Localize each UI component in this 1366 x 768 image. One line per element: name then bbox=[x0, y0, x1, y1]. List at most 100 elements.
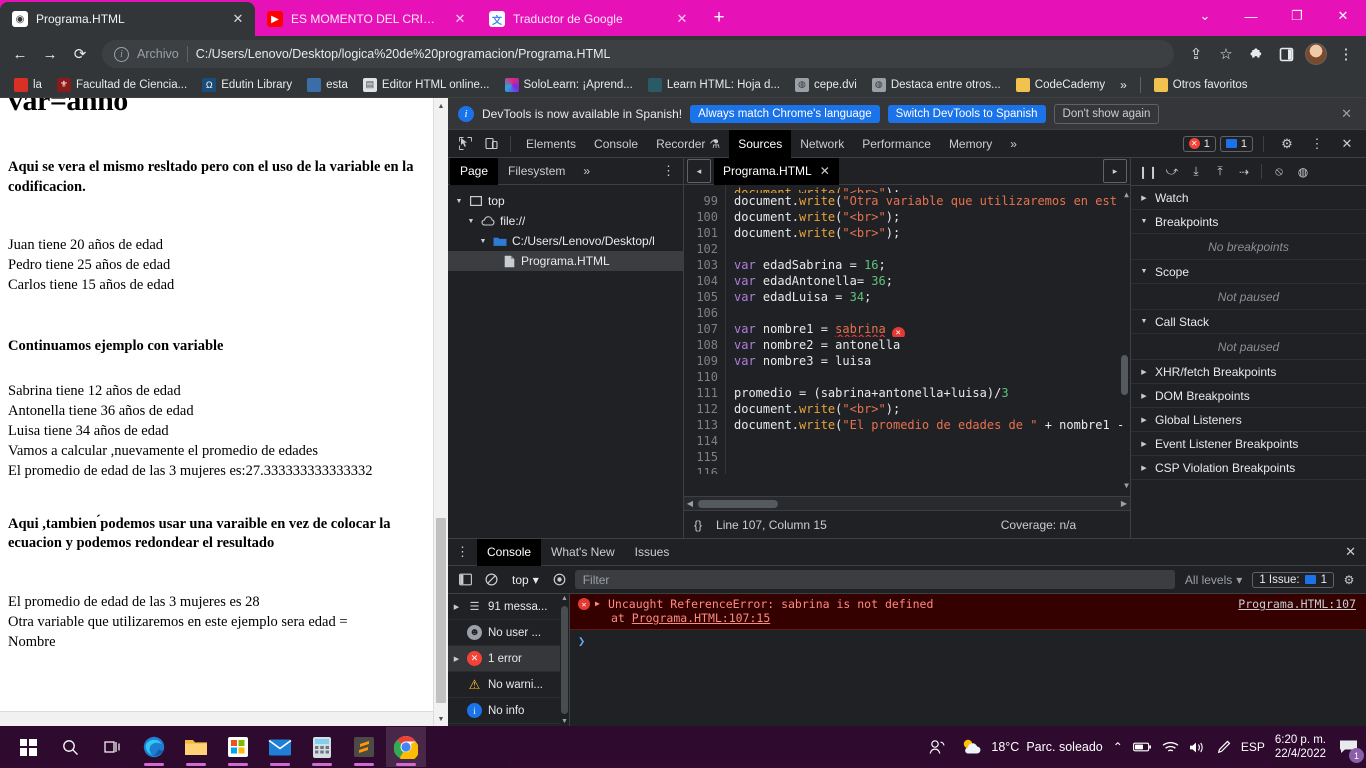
pen-icon[interactable] bbox=[1216, 740, 1231, 754]
devtools-close-icon[interactable]: ✕ bbox=[1334, 131, 1360, 157]
drawer-tab-console[interactable]: Console bbox=[477, 538, 542, 566]
browser-tab-1[interactable]: ▶ ES MOMENTO DEL CRINGE 😀 - ✕ bbox=[255, 2, 477, 36]
message-count-badge[interactable]: 1 bbox=[1219, 135, 1253, 152]
bookmark-item[interactable]: ◍ Destaca entre otros... bbox=[866, 76, 1007, 94]
side-panel-icon[interactable] bbox=[1272, 40, 1300, 68]
inspect-element-icon[interactable] bbox=[452, 131, 478, 157]
tab-search-chevron-icon[interactable]: ⌄ bbox=[1182, 0, 1228, 32]
new-tab-button[interactable]: + bbox=[705, 4, 733, 32]
debugger-section-call-stack[interactable]: ▼ Call Stack bbox=[1131, 310, 1366, 334]
console-prompt[interactable]: ❯ bbox=[570, 630, 1366, 652]
drawer-close-icon[interactable]: ✕ bbox=[1335, 544, 1366, 560]
reload-icon[interactable]: ⟳ bbox=[66, 40, 94, 68]
navigator-tab-page[interactable]: Page bbox=[450, 157, 499, 185]
forward-icon[interactable]: → bbox=[36, 40, 64, 68]
step-into-icon[interactable]: ⤓ bbox=[1185, 161, 1207, 183]
browser-tab-0[interactable]: ◉ Programa.HTML ✕ bbox=[0, 2, 255, 36]
expand-triangle-icon[interactable]: ▶ bbox=[595, 599, 603, 608]
pretty-print-icon[interactable]: {} bbox=[694, 518, 702, 532]
navigator-menu-icon[interactable]: ⋮ bbox=[654, 163, 683, 179]
device-toolbar-icon[interactable] bbox=[478, 131, 504, 157]
debugger-section-csp-violation-breakpoints[interactable]: ▶ CSP Violation Breakpoints bbox=[1131, 456, 1366, 480]
clock[interactable]: 6:20 p. m. 22/4/2022 bbox=[1275, 733, 1326, 762]
scrollbar-thumb[interactable] bbox=[561, 606, 568, 714]
console-sidebar-toggle-icon[interactable] bbox=[454, 569, 476, 591]
code-horizontal-scrollbar[interactable]: ◀ ▶ bbox=[684, 496, 1130, 510]
pause-on-exceptions-icon[interactable]: ◍ bbox=[1292, 161, 1314, 183]
tab-recorder[interactable]: Recorder ⚗ bbox=[647, 130, 729, 158]
tabs-overflow-icon[interactable]: » bbox=[1001, 130, 1026, 158]
bookmark-item[interactable]: ⚜ Facultad de Ciencia... bbox=[51, 76, 193, 94]
next-file-icon[interactable]: ▸ bbox=[1103, 159, 1127, 183]
tree-node-folder[interactable]: ▼ C:/Users/Lenovo/Desktop/l bbox=[448, 231, 683, 251]
debugger-section-xhr-breakpoints[interactable]: ▶ XHR/fetch Breakpoints bbox=[1131, 360, 1366, 384]
debugger-section-watch[interactable]: ▶ Watch bbox=[1131, 186, 1366, 210]
console-issues-badge[interactable]: 1 Issue: 1 bbox=[1252, 571, 1334, 588]
bookmark-item[interactable]: ▤ Editor HTML online... bbox=[357, 76, 496, 94]
tab-network[interactable]: Network bbox=[791, 130, 853, 158]
battery-icon[interactable] bbox=[1132, 741, 1152, 753]
back-icon[interactable]: ← bbox=[6, 40, 34, 68]
tab-elements[interactable]: Elements bbox=[517, 130, 585, 158]
devtools-menu-icon[interactable]: ⋮ bbox=[1304, 131, 1330, 157]
console-levels-selector[interactable]: All levels ▾ bbox=[1179, 573, 1248, 587]
console-filter-input[interactable]: Filter bbox=[574, 570, 1175, 589]
task-view-button[interactable] bbox=[92, 727, 132, 767]
bookmark-item[interactable]: CodeCademy bbox=[1010, 76, 1111, 94]
live-expression-icon[interactable] bbox=[549, 569, 571, 591]
step-out-icon[interactable]: ⤒ bbox=[1209, 161, 1231, 183]
address-bar[interactable]: i Archivo C:/Users/Lenovo/Desktop/logica… bbox=[102, 40, 1174, 68]
info-circle-icon[interactable]: i bbox=[114, 46, 129, 62]
chevron-up-icon[interactable]: ⌃ bbox=[1113, 740, 1123, 754]
language-indicator[interactable]: ESP bbox=[1241, 740, 1265, 754]
bookmark-item[interactable]: ◍ cepe.dvi bbox=[789, 76, 863, 94]
maximize-button[interactable]: ❐ bbox=[1274, 0, 1320, 32]
console-sidebar-item-messages[interactable]: ▶ ☰ 91 messa... bbox=[448, 594, 569, 620]
bookmark-item[interactable]: Ω Edutin Library bbox=[196, 76, 298, 94]
scroll-up-arrow-icon[interactable]: ▲ bbox=[1124, 187, 1129, 203]
search-button[interactable] bbox=[50, 727, 90, 767]
scroll-left-arrow-icon[interactable]: ◀ bbox=[684, 499, 696, 508]
switch-to-spanish-button[interactable]: Switch DevTools to Spanish bbox=[887, 104, 1046, 123]
chrome-menu-icon[interactable]: ⋮ bbox=[1332, 40, 1360, 68]
calculator-button[interactable] bbox=[302, 727, 342, 767]
browser-tab-2[interactable]: 文 Traductor de Google ✕ bbox=[477, 2, 699, 36]
inline-error-icon[interactable]: ✕ bbox=[891, 326, 905, 337]
error-source-link[interactable]: Programa.HTML:107 bbox=[1238, 597, 1356, 611]
close-window-button[interactable]: ✕ bbox=[1320, 0, 1366, 32]
mail-button[interactable] bbox=[260, 727, 300, 767]
always-match-language-button[interactable]: Always match Chrome's language bbox=[690, 104, 880, 123]
bookmark-star-icon[interactable]: ☆ bbox=[1212, 40, 1240, 68]
page-horizontal-scrollbar[interactable] bbox=[0, 711, 448, 726]
sublime-text-button[interactable] bbox=[344, 727, 384, 767]
scrollbar-thumb[interactable] bbox=[698, 500, 778, 508]
scroll-down-arrow-icon[interactable]: ▼ bbox=[561, 718, 568, 725]
navigator-overflow-icon[interactable]: » bbox=[575, 164, 598, 178]
tab-performance[interactable]: Performance bbox=[853, 130, 940, 158]
extensions-puzzle-icon[interactable] bbox=[1242, 40, 1270, 68]
navigator-tab-filesystem[interactable]: Filesystem bbox=[498, 158, 575, 185]
scroll-down-arrow-icon[interactable]: ▼ bbox=[434, 711, 448, 726]
dont-show-again-button[interactable]: Don't show again bbox=[1053, 103, 1160, 124]
chrome-button[interactable] bbox=[386, 727, 426, 767]
console-sidebar-item-user-messages[interactable]: ☻ No user ... bbox=[448, 620, 569, 646]
deactivate-breakpoints-icon[interactable]: ⦸ bbox=[1268, 161, 1290, 183]
gear-icon[interactable]: ⚙ bbox=[1274, 131, 1300, 157]
scrollbar-thumb[interactable] bbox=[1121, 355, 1128, 395]
other-bookmarks-item[interactable]: Otros favoritos bbox=[1148, 76, 1254, 94]
debugger-section-dom-breakpoints[interactable]: ▶ DOM Breakpoints bbox=[1131, 384, 1366, 408]
step-over-icon[interactable]: ⤻ bbox=[1161, 161, 1183, 183]
tree-node-file-programa-html[interactable]: Programa.HTML bbox=[448, 251, 683, 271]
console-sidebar-scrollbar[interactable]: ▲ ▼ bbox=[560, 594, 569, 726]
minimize-button[interactable]: — bbox=[1228, 0, 1274, 32]
bookmark-item[interactable]: Learn HTML: Hoja d... bbox=[642, 76, 786, 94]
bookmarks-overflow-icon[interactable]: » bbox=[1114, 78, 1133, 92]
wifi-icon[interactable] bbox=[1162, 741, 1179, 754]
step-icon[interactable]: ⇢ bbox=[1233, 161, 1255, 183]
clear-console-icon[interactable] bbox=[480, 569, 502, 591]
editor-tab-close-icon[interactable]: ✕ bbox=[820, 164, 830, 178]
editor-tab-programa-html[interactable]: Programa.HTML ✕ bbox=[714, 157, 839, 185]
console-settings-gear-icon[interactable]: ⚙ bbox=[1338, 569, 1360, 591]
volume-icon[interactable] bbox=[1189, 741, 1206, 754]
drawer-tab-whats-new[interactable]: What's New bbox=[541, 539, 625, 566]
